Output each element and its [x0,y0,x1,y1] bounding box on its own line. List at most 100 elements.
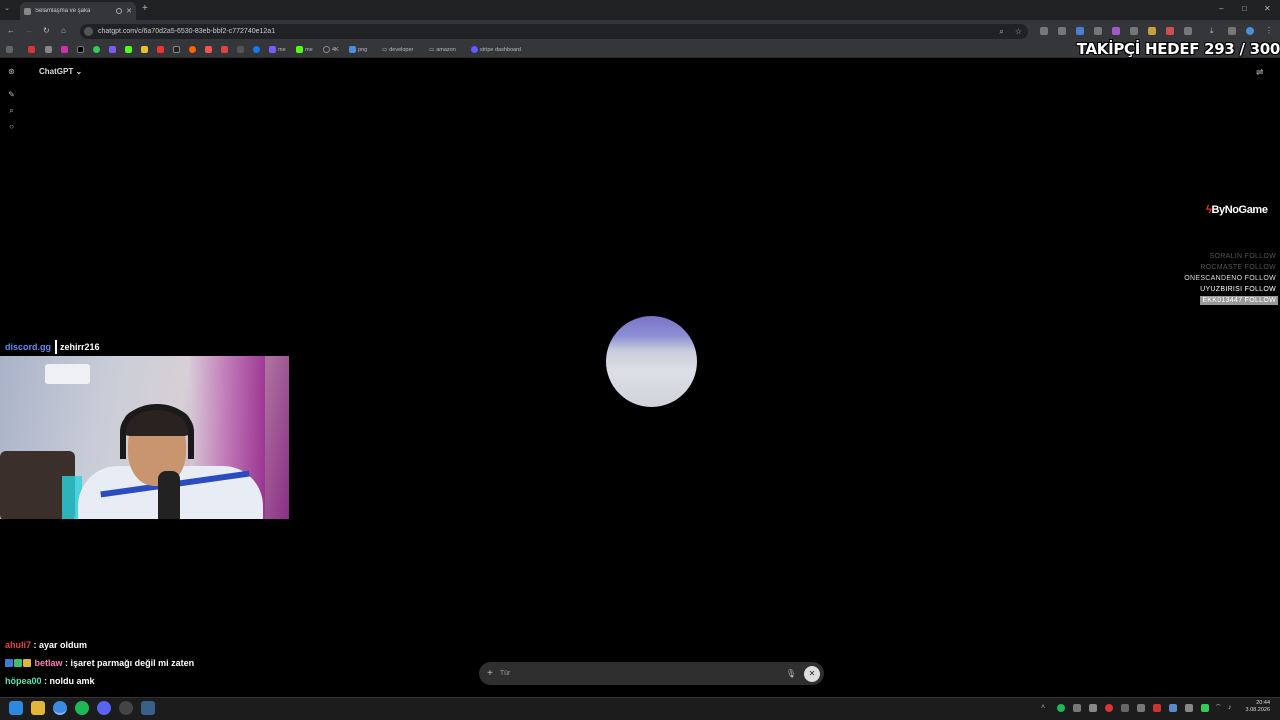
microphone-icon[interactable]: 🎙︎ [786,669,796,678]
tray-icon[interactable] [1137,704,1145,712]
back-button[interactable]: ← [7,26,15,35]
tray-icon[interactable] [1089,704,1097,712]
extension-icon[interactable] [1058,27,1066,35]
volume-icon[interactable]: ♪ [1228,704,1236,712]
chrome-icon[interactable] [53,701,67,715]
attach-plus-icon[interactable]: + [487,668,493,679]
composer[interactable]: + Tür 🎙︎ ✕ [479,662,824,685]
menu-icon[interactable]: ⋮ [1265,27,1273,35]
bookmark-star-icon[interactable]: ☆ [1015,27,1022,36]
home-icon[interactable]: ⌂ [61,26,66,35]
extension-icon[interactable] [1112,27,1120,35]
apps-grid-icon[interactable] [6,45,13,54]
bookmark-folder-amazon[interactable]: ▭ amazon [429,45,456,54]
tray-icon[interactable] [1105,704,1113,712]
clock-date: 3.08.2026 [1245,707,1270,713]
extension-icon[interactable] [1130,27,1138,35]
bookmark-favicon[interactable] [109,45,116,54]
tray-icon[interactable] [1153,704,1161,712]
download-icon[interactable]: ⤓ [1210,27,1218,35]
follow-text: ROCMASTE FOLLOW [1200,264,1276,271]
bookmark-folder-developer[interactable]: ▭ developer [382,45,413,54]
extension-icon[interactable] [1166,27,1174,35]
clock-time: 20:44 [1256,700,1270,706]
search-chats-icon[interactable]: ⌕ [7,106,16,115]
library-icon[interactable]: ○ [7,122,16,131]
folder-icon: ▭ [382,46,388,53]
stripe-icon [471,46,478,53]
extensions-puzzle-icon[interactable] [1184,27,1192,35]
extension-icon[interactable] [1094,27,1102,35]
bookmark-stripe[interactable]: stripe dashboard [471,45,521,54]
extension-icon[interactable] [1076,27,1084,35]
shelf-shape [45,364,90,384]
bookmark-label: stripe dashboard [480,46,521,53]
bookmark-favicon[interactable] [173,45,180,54]
sponsor-name: ByNoGame [1211,204,1268,216]
profile-avatar[interactable] [1246,27,1254,35]
bookmark-favicon[interactable] [237,45,244,54]
kick-icon[interactable] [125,45,132,54]
tray-expand-icon[interactable]: ˄ [1041,704,1049,712]
url-text: chatgpt.com/c/6a70d2a5-6530-83eb-bbf2-c7… [98,28,276,35]
tray-icon[interactable] [1121,704,1129,712]
extension-icon[interactable] [1040,27,1048,35]
bookmark-favicon[interactable] [205,45,212,54]
bookmark-4k[interactable]: 4K [323,45,339,54]
voice-settings-icon[interactable]: ⇌ [1256,67,1264,78]
search-icon[interactable]: ⌕ [999,27,1003,37]
site-info-icon[interactable] [84,27,93,36]
tab-close-icon[interactable]: ✕ [126,7,132,15]
forward-button[interactable]: → [25,26,33,35]
spotify-icon[interactable] [75,701,89,715]
reload-button[interactable]: ↻ [43,26,50,35]
extension-icon[interactable] [1228,27,1236,35]
close-window-button[interactable]: ✕ [1264,4,1271,13]
minimize-button[interactable]: – [1219,4,1223,13]
chat-text: : noldu amk [44,676,95,686]
openai-logo-icon[interactable]: ⊛ [7,67,16,76]
bookmark-favicon[interactable] [141,45,148,54]
whatsapp-icon[interactable] [93,45,100,54]
maximize-button[interactable]: □ [1242,4,1247,13]
tray-icon[interactable] [1073,704,1081,712]
tray-icon[interactable] [1185,704,1193,712]
network-icon[interactable]: ⌔ [1215,704,1223,712]
x-icon[interactable] [77,45,84,54]
app-icon[interactable] [141,701,155,715]
bookmark-favicon[interactable] [61,45,68,54]
bookmark-label: amazon [436,46,456,53]
address-bar[interactable]: chatgpt.com/c/6a70d2a5-6530-83eb-bbf2-c7… [80,24,1028,39]
obs-icon[interactable] [119,701,133,715]
bookmark-favicon[interactable] [28,45,35,54]
end-voice-button[interactable]: ✕ [804,665,820,682]
tab-search-icon[interactable]: ⌄ [4,4,10,12]
new-tab-button[interactable]: + [142,3,148,14]
bookmark-png[interactable]: png [349,45,367,54]
extension-icon[interactable] [1148,27,1156,35]
bookmark-favicon[interactable] [189,45,196,54]
discord-icon[interactable] [97,701,111,715]
tray-spotify-icon[interactable] [1057,704,1065,712]
chat-message: höpea00 : noldu amk [5,676,95,686]
kick-icon [296,46,303,53]
bookmark-me-2[interactable]: me [296,45,313,54]
start-menu-icon[interactable] [9,701,23,715]
tray-icon[interactable] [1201,704,1209,712]
file-explorer-icon[interactable] [31,701,45,715]
tray-icon[interactable] [1169,704,1177,712]
model-selector[interactable]: ChatGPT ⌄ [39,67,82,76]
sponsor-logo: ϟByNoGame [1206,204,1268,216]
bookmark-label: me [305,46,313,53]
bookmark-me-1[interactable]: me [269,45,286,54]
composer-input[interactable]: Tür [500,670,786,677]
gmail-icon[interactable] [221,45,228,54]
tab-title: Selamlaşma ve şaka [35,8,91,14]
tab-audio-icon[interactable] [116,8,123,14]
new-chat-icon[interactable]: ✎ [7,90,16,99]
youtube-icon[interactable] [157,45,164,54]
system-clock[interactable]: 20:44 3.08.2026 [1246,700,1270,714]
browser-tab[interactable]: Selamlaşma ve şaka ✕ [20,2,136,20]
bookmark-favicon[interactable] [45,45,52,54]
facebook-icon[interactable] [253,45,260,54]
